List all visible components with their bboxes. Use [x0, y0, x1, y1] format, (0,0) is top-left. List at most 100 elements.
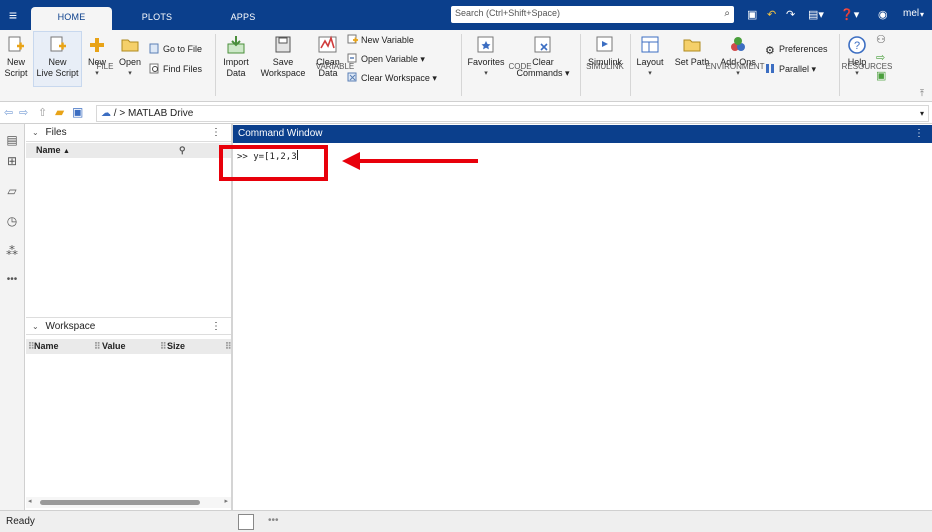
new-variable-label: New Variable — [361, 35, 414, 45]
addons-panel-icon[interactable]: ⁂ — [4, 244, 20, 260]
find-files-icon — [149, 63, 159, 74]
new-variable-button[interactable]: New Variable — [347, 34, 414, 46]
new-script-button[interactable]: New Script — [2, 35, 30, 79]
parallel-button[interactable]: Parallel ▾ — [765, 63, 816, 75]
open-button[interactable]: Open ▾ — [116, 35, 144, 79]
workspace-panel-menu-icon[interactable]: ⋮ — [211, 318, 221, 336]
workspace-list[interactable] — [26, 355, 231, 498]
workspace-col-name[interactable]: Name — [34, 339, 59, 354]
import-data-button[interactable]: Import Data — [219, 35, 253, 79]
file-group-label: FILE — [96, 62, 114, 71]
layout-icon — [641, 36, 659, 53]
current-folder-field[interactable]: ☁ / > MATLAB Drive ▾ — [96, 105, 929, 122]
gear-icon: ⚙ — [765, 45, 775, 57]
help-button[interactable]: ? Help ▾ — [843, 35, 871, 79]
workspace-panel-header[interactable]: ⌄ Workspace ⋮ — [26, 317, 231, 335]
open-dropdown-icon: ▾ — [128, 70, 132, 77]
user-name[interactable]: mel — [903, 8, 919, 19]
preferences-label: Preferences — [779, 44, 828, 54]
find-files-label: Find Files — [163, 64, 203, 74]
clear-workspace-button[interactable]: Clear Workspace ▾ — [347, 72, 437, 84]
more-status-icon[interactable]: ••• — [268, 515, 279, 526]
save-workspace-button[interactable]: Save Workspace — [258, 35, 308, 79]
new-script-icon — [8, 36, 24, 52]
workspace-col-value[interactable]: Value — [102, 339, 126, 354]
title-bar: ≡ HOME PLOTS APPS Search (Ctrl+Shift+Spa… — [0, 0, 932, 30]
tab-home[interactable]: HOME — [31, 7, 112, 30]
clean-data-button[interactable]: Clean Data — [313, 35, 343, 79]
clean-data-icon — [318, 35, 337, 53]
scroll-right-icon[interactable]: ▸ — [224, 497, 228, 505]
tab-apps[interactable]: APPS — [218, 7, 268, 30]
workspace-panel-icon[interactable]: ⊞ — [4, 154, 20, 170]
new-live-script-button[interactable]: New Live Script — [34, 35, 81, 79]
source-control-icon[interactable]: ⚲ — [179, 143, 186, 158]
preferences-button[interactable]: ⚙ Preferences — [765, 43, 828, 57]
clear-commands-button[interactable]: Clear Commands ▾ — [512, 35, 574, 79]
history-panel-icon[interactable]: ◷ — [4, 214, 20, 230]
favorites-button[interactable]: Favorites ▾ — [465, 35, 507, 79]
tab-home-label: HOME — [57, 12, 86, 22]
collapse-toolstrip-icon[interactable]: ⤒ — [920, 88, 924, 99]
menu-icon[interactable]: ≡ — [4, 6, 22, 24]
up-folder-icon[interactable]: ⇧ — [38, 106, 47, 119]
clear-commands-dropdown-icon: ▾ — [565, 68, 570, 78]
forward-icon[interactable]: ⇨ — [19, 106, 28, 119]
command-window-menu-icon[interactable]: ⋮ — [914, 125, 924, 143]
files-panel-icon[interactable]: ▤ — [4, 133, 20, 149]
tab-plots-label: PLOTS — [141, 12, 173, 22]
browse-folder-icon[interactable]: ▰ — [55, 105, 64, 119]
current-folder-label[interactable]: MATLAB Drive — [128, 108, 193, 119]
user-menu-chevron-icon[interactable]: ▾ — [920, 8, 924, 22]
add-ons-button[interactable]: Add-Ons ▾ — [717, 35, 759, 79]
save-icon[interactable]: ▣ — [747, 8, 757, 22]
import-data-label-1: Import — [223, 57, 249, 67]
scrollbar-thumb[interactable] — [40, 500, 200, 505]
go-to-file-button[interactable]: Go to File — [149, 43, 202, 55]
files-panel-menu-icon[interactable]: ⋮ — [211, 124, 221, 142]
layout-button[interactable]: Layout ▾ — [634, 35, 666, 79]
search-folder-icon[interactable]: ▣ — [72, 105, 83, 119]
collapse-files-icon[interactable]: ⌄ — [32, 128, 39, 137]
status-text: Ready — [6, 516, 35, 527]
back-icon[interactable]: ⇦ — [4, 106, 13, 119]
find-files-button[interactable]: Find Files — [149, 63, 202, 75]
new-variable-icon — [347, 34, 358, 44]
parallel-label: Parallel — [779, 64, 810, 74]
ribbon-separator — [461, 34, 462, 96]
help-icon[interactable]: ❓▾ — [840, 8, 859, 22]
open-label: Open — [118, 57, 142, 67]
new-live-script-label-1: New — [48, 57, 67, 67]
sort-ascending-icon[interactable]: ▲ — [63, 148, 70, 155]
clear-workspace-label: Clear Workspace — [361, 73, 430, 83]
undo-icon[interactable]: ↶ — [767, 8, 776, 22]
redo-icon[interactable]: ↷ — [786, 8, 795, 22]
save-workspace-label-1: Save — [272, 57, 294, 67]
editor-panel-icon[interactable]: ▱ — [4, 184, 20, 200]
terminal-icon[interactable] — [238, 514, 254, 530]
search-input[interactable]: Search (Ctrl+Shift+Space) ⌕ — [451, 6, 734, 23]
account-icon[interactable]: ◉ — [878, 8, 888, 22]
files-panel-header[interactable]: ⌄ Files ⋮ — [26, 124, 231, 142]
scroll-left-icon[interactable]: ◂ — [28, 497, 32, 505]
horizontal-scrollbar[interactable]: ◂ ▸ — [26, 497, 231, 508]
help-circle-icon: ? — [848, 36, 866, 54]
simulink-group-label: SIMULINK — [586, 62, 624, 71]
new-button[interactable]: New ▾ — [85, 35, 109, 79]
collapse-workspace-icon[interactable]: ⌄ — [32, 322, 39, 331]
tab-plots[interactable]: PLOTS — [128, 7, 186, 30]
command-window-title: Command Window — [238, 128, 323, 139]
status-bar: Ready ••• — [0, 510, 932, 532]
community-icon[interactable]: ⚇ — [876, 33, 886, 46]
clear-workspace-dropdown-icon: ▾ — [432, 73, 437, 83]
files-col-name[interactable]: Name — [36, 145, 61, 155]
address-dropdown-icon[interactable]: ▾ — [920, 106, 924, 121]
layout-switch-icon[interactable]: ▤▾ — [808, 8, 824, 22]
new-script-label-1: New — [6, 57, 25, 67]
command-window[interactable] — [233, 143, 932, 510]
files-list[interactable] — [26, 158, 231, 316]
clear-commands-icon — [534, 36, 551, 53]
more-panels-icon[interactable]: ••• — [4, 274, 20, 290]
save-workspace-label-2: Workspace — [260, 68, 306, 78]
workspace-col-size[interactable]: Size — [167, 339, 185, 354]
